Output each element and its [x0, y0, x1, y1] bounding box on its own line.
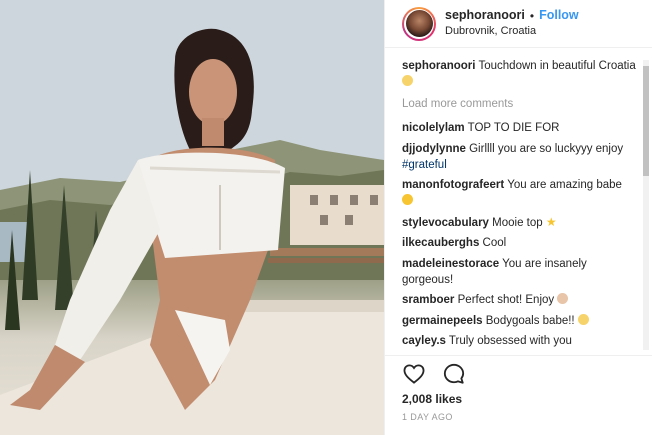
hand-emoji-icon [557, 293, 569, 304]
post-actions: 2,008 likes 1 DAY AGO [385, 355, 652, 435]
follow-button[interactable]: Follow [539, 8, 579, 23]
hand-emoji-icon [577, 313, 589, 325]
comment-text: Perfect shot! Enjoy [457, 294, 555, 306]
post-location[interactable]: Dubrovnik, Croatia [445, 25, 579, 38]
comments-scrollbar[interactable] [643, 60, 649, 350]
header-text: sephoranoori • Follow Dubrovnik, Croatia [445, 8, 579, 38]
comment-username[interactable]: manonfotografeert [402, 179, 504, 191]
comment-text: You are amazing babe [507, 179, 622, 191]
comment-icon[interactable] [442, 362, 466, 386]
comment-item: ilkecauberghs Cool [402, 235, 639, 251]
comment-username[interactable]: ilkecauberghs [402, 237, 479, 249]
caption-username[interactable]: sephoranoori [402, 60, 475, 72]
comment-item: djjodylynne Girllll you are so luckyyy e… [402, 141, 639, 173]
comment-username[interactable]: stylevocabulary [402, 217, 489, 229]
avatar-border [404, 8, 434, 39]
comment-item: madeleinestorace You are insanely gorgeo… [402, 256, 639, 288]
post-photo[interactable] [0, 0, 384, 435]
hand-emoji-icon [402, 75, 413, 86]
post-username[interactable]: sephoranoori [445, 8, 525, 23]
comment-item: nicolelylam TOP TO DIE FOR [402, 120, 639, 136]
avatar[interactable] [402, 6, 436, 41]
load-more-comments-link[interactable]: Load more comments [402, 96, 639, 112]
hashtag-link[interactable]: #grateful [402, 159, 447, 171]
caption-text: Touchdown in beautiful Croatia [478, 60, 636, 72]
comment-item: cayley.s Truly obsessed with you [402, 333, 639, 349]
post-photo-illustration [0, 0, 384, 435]
comment-text: Bodygoals babe!! [485, 314, 575, 327]
likes-count[interactable]: 2,008 likes [402, 392, 652, 406]
avatar-image [405, 10, 433, 37]
header-separator: • [529, 8, 535, 23]
comment-text: Cool [482, 237, 507, 249]
post-side-panel: sephoranoori • Follow Dubrovnik, Croatia… [384, 0, 652, 435]
comment-item: stylevocabulary Mooie top ★ [402, 214, 639, 231]
comment-username[interactable]: madeleinestorace [402, 258, 499, 270]
header-top-row: sephoranoori • Follow [445, 8, 579, 23]
post-header: sephoranoori • Follow Dubrovnik, Croatia [385, 0, 652, 48]
caption: sephoranoori Touchdown in beautiful Croa… [402, 58, 639, 90]
comment-item: sramboer Perfect shot! Enjoy [402, 292, 639, 308]
star-emoji-icon: ★ [545, 214, 557, 229]
comment-username[interactable]: cayley.s [402, 335, 446, 347]
smile-emoji-icon [402, 194, 413, 205]
comment-item: manonfotografeert You are amazing babe [402, 177, 639, 209]
comment-text: Mooie top [492, 216, 543, 229]
action-icons [402, 356, 652, 392]
comment-username[interactable]: nicolelylam [402, 122, 465, 134]
post-timestamp[interactable]: 1 DAY AGO [402, 412, 652, 422]
comment-item: germainepeels Bodygoals babe!! [402, 313, 639, 329]
comment-text: Girllll you are so luckyyy enjoy [469, 142, 624, 155]
comment-username[interactable]: sramboer [402, 294, 454, 306]
comment-username[interactable]: djjodylynne [402, 143, 466, 155]
comment-text: TOP TO DIE FOR [467, 122, 560, 134]
comments-list[interactable]: sephoranoori Touchdown in beautiful Croa… [385, 50, 652, 353]
scrollbar-thumb[interactable] [643, 66, 649, 176]
comment-text: Truly obsessed with you [448, 335, 572, 347]
heart-icon[interactable] [402, 362, 426, 386]
comment-username[interactable]: germainepeels [402, 315, 483, 327]
